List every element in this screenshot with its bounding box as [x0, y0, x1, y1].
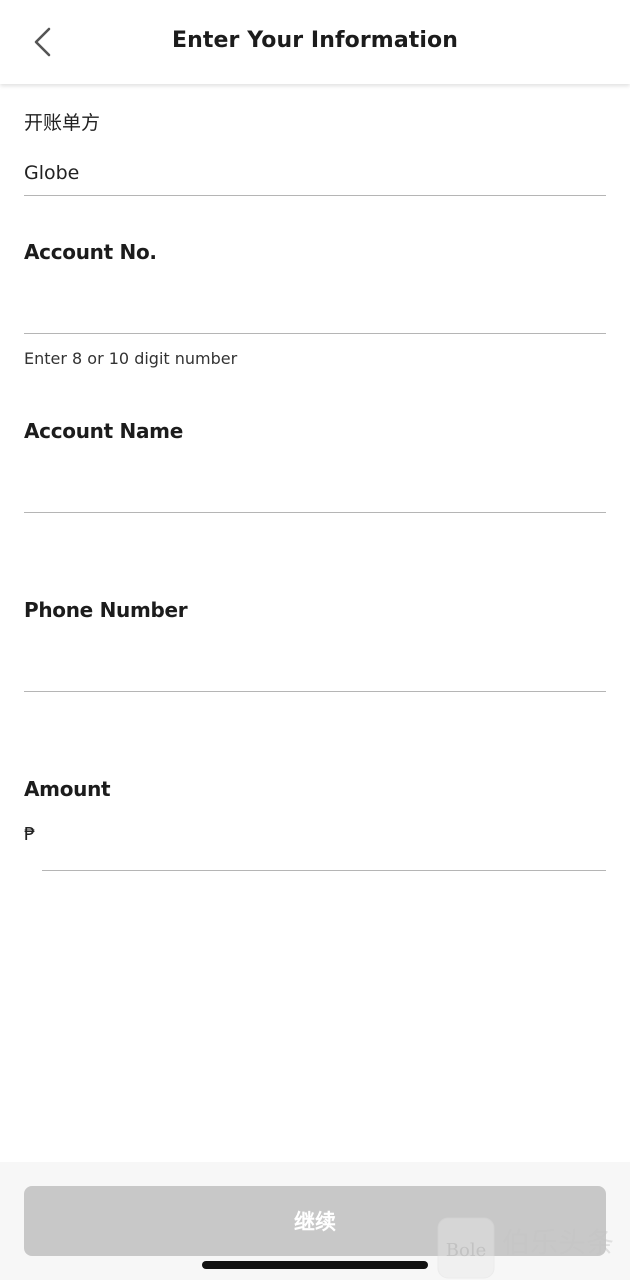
page-title: Enter Your Information	[171, 28, 459, 53]
account-name-label: Account Name	[24, 419, 183, 443]
page: Enter Your Information 开账单方 Globe Accoun…	[0, 0, 630, 1280]
amount-input[interactable]	[42, 831, 606, 871]
account-no-helper: Enter 8 or 10 digit number	[24, 349, 238, 368]
peso-currency-symbol: ₱	[24, 824, 36, 845]
phone-number-label: Phone Number	[24, 598, 188, 622]
amount-label: Amount	[24, 777, 111, 801]
account-no-input[interactable]	[24, 294, 606, 334]
home-indicator	[202, 1261, 428, 1269]
phone-number-input[interactable]	[24, 652, 606, 692]
account-no-label: Account No.	[24, 240, 157, 264]
top-app-bar: Enter Your Information	[0, 0, 630, 84]
biller-select[interactable]: Globe	[24, 162, 606, 196]
account-name-input[interactable]	[24, 473, 606, 513]
continue-button[interactable]: 继续	[24, 1186, 606, 1256]
biller-label: 开账单方	[24, 112, 101, 134]
